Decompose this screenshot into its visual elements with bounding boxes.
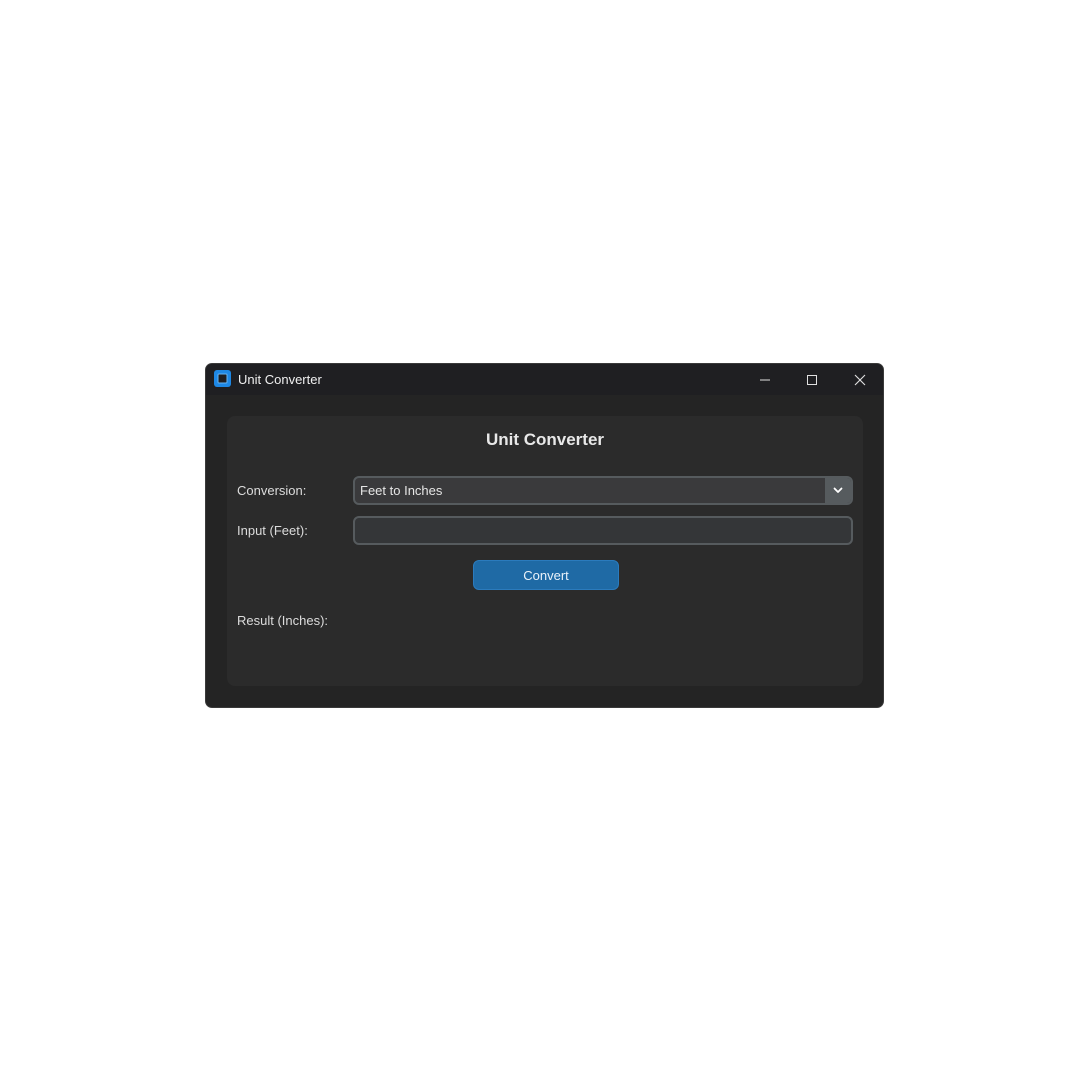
dropdown-toggle[interactable] <box>825 478 851 503</box>
input-label: Input (Feet): <box>237 523 308 538</box>
app-window: Unit Converter Unit Converter Conversion… <box>205 363 884 708</box>
converter-panel: Unit Converter Conversion: Feet to Inche… <box>227 416 863 686</box>
conversion-selected-value: Feet to Inches <box>360 483 443 498</box>
conversion-dropdown[interactable]: Feet to Inches <box>353 476 853 505</box>
title-bar[interactable]: Unit Converter <box>206 364 883 395</box>
page-title: Unit Converter <box>485 430 605 449</box>
maximize-button[interactable] <box>789 364 835 395</box>
maximize-icon <box>807 374 817 385</box>
close-button[interactable] <box>837 364 883 395</box>
convert-button[interactable]: Convert <box>473 560 619 590</box>
minimize-icon <box>760 379 770 380</box>
minimize-button[interactable] <box>742 364 788 395</box>
feet-input[interactable] <box>353 516 853 545</box>
result-label: Result (Inches): <box>237 613 329 628</box>
close-icon <box>854 374 866 385</box>
window-title: Unit Converter <box>238 372 322 387</box>
app-icon <box>214 370 231 387</box>
chevron-down-icon <box>833 487 843 493</box>
conversion-label: Conversion: <box>237 483 307 498</box>
